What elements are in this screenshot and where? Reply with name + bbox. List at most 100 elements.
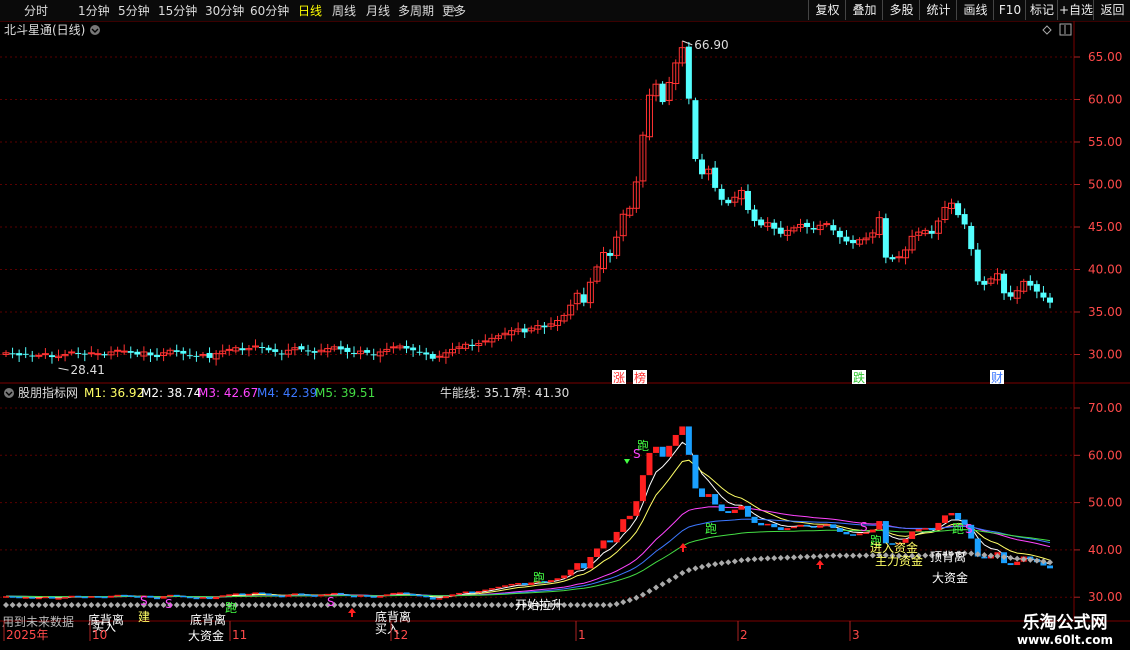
indicator-candle [941,515,948,523]
bull-energy-diamond [922,552,929,559]
bull-energy-diamond [836,552,843,559]
watermark: 乐淘公式网 www.60lt.com [1000,608,1130,647]
bull-energy-diamond [383,602,390,608]
candle-body [843,236,850,242]
indicator-candle [653,446,660,453]
title-dropdown-icon[interactable] [90,25,100,35]
indicator-dropdown-icon[interactable] [4,388,14,398]
toolbar-button-1[interactable]: 叠加 [845,0,883,20]
indicator-candle [758,522,765,526]
indicator-candle [593,548,600,557]
bull-energy-diamond [751,556,758,563]
bull-energy-diamond [968,550,975,557]
event-badge: 榜 [634,370,646,385]
period-tab-8[interactable]: 月线 [366,2,390,19]
indicator-candle [9,596,16,598]
indicator-candle [278,595,285,598]
bull-energy-diamond [482,602,489,608]
candle-body [429,353,436,359]
indicator-candle [55,598,62,600]
toolbar-button-8[interactable]: 返回 [1093,0,1130,20]
period-tab-0[interactable]: 分时 [24,2,48,19]
indicator-candle [620,519,627,532]
bull-energy-diamond [265,602,272,608]
period-tab-7[interactable]: 周线 [332,2,356,19]
price-axis-label: 30.00 [1088,348,1122,362]
signal-label: S [860,520,868,534]
indicator-candle [239,593,246,595]
bull-energy-diamond [712,561,719,568]
candle-body [206,352,213,358]
time-axis-label: 11 [232,628,247,642]
indicator-line-m2 [6,459,1051,598]
indicator-candle [475,591,482,593]
indicator-candle [199,597,206,599]
diamond-icon[interactable] [1042,25,1052,35]
bull-energy-diamond [180,602,187,608]
indicator-candle [850,534,857,536]
period-tab-4[interactable]: 30分钟 [205,2,244,19]
candle-body [823,223,831,226]
toolbar-button-3[interactable]: 统计 [919,0,957,20]
candle-body [469,344,476,346]
candle-body [607,253,614,256]
indicator-legend-item: M4: 42.39 [257,386,317,400]
bull-energy-diamond [311,602,318,608]
candle-body [521,328,528,333]
indicator-candle [699,488,705,497]
candle-body [981,280,988,285]
period-tab-3[interactable]: 15分钟 [158,2,197,19]
event-badge: 财 [991,371,1003,385]
bull-energy-diamond [364,602,371,608]
event-badge: 跌 [853,370,865,385]
indicator-candle [554,578,561,581]
indicator-candle [127,595,134,597]
candle-body [9,353,16,355]
candle-body [718,188,725,200]
indicator-candle [672,434,679,446]
period-tab-9[interactable]: 多周期 [398,2,434,19]
high-marker-line [682,40,693,46]
bull-energy-diamond [88,602,95,608]
bull-energy-diamond [850,552,857,559]
period-tab-2[interactable]: 5分钟 [118,2,150,19]
toolbar-button-5[interactable]: F10 [993,0,1026,20]
toolbar-button-0[interactable]: 复权 [808,0,846,20]
indicator-candle [810,526,817,528]
indicator-candle [521,583,528,585]
toolbar-button-4[interactable]: 画线 [956,0,994,20]
bull-energy-diamond [705,562,712,569]
candle-body [305,350,312,352]
indicator-candle [718,504,725,512]
signal-label: 建 [138,610,150,624]
indicator-candle [449,594,456,597]
candle-body [154,354,161,358]
bull-energy-diamond [442,602,449,608]
bull-energy-diamond [449,602,456,608]
toolbar-button-6[interactable]: 标记 [1025,0,1058,20]
time-axis-label: 2 [740,628,748,642]
indicator-candle [488,588,495,590]
bull-energy-diamond [29,602,36,608]
more-chevron-icon[interactable]: › [452,2,457,16]
bull-energy-diamond [173,602,180,608]
candle-body [580,294,587,303]
price-high-label: 66.90 [694,38,728,52]
bull-energy-diamond [239,602,246,608]
period-tab-1[interactable]: 1分钟 [78,2,110,19]
indicator-candle [547,580,554,583]
indicator-candle [915,529,922,532]
indicator-candle [245,593,252,596]
bull-energy-diamond [738,557,745,564]
bull-energy-diamond [495,602,502,608]
toolbar-button-7[interactable]: +自选 [1057,0,1094,20]
bull-energy-diamond [245,602,252,608]
buy-arrow-icon [348,608,356,617]
period-tab-5[interactable]: 60分钟 [250,2,289,19]
candle-body [173,350,180,352]
bull-energy-diamond [377,602,384,608]
candle-body [94,353,102,356]
period-tab-6[interactable]: 日线 [298,2,322,19]
candle-body [186,355,193,357]
toolbar-button-2[interactable]: 多股 [882,0,920,20]
